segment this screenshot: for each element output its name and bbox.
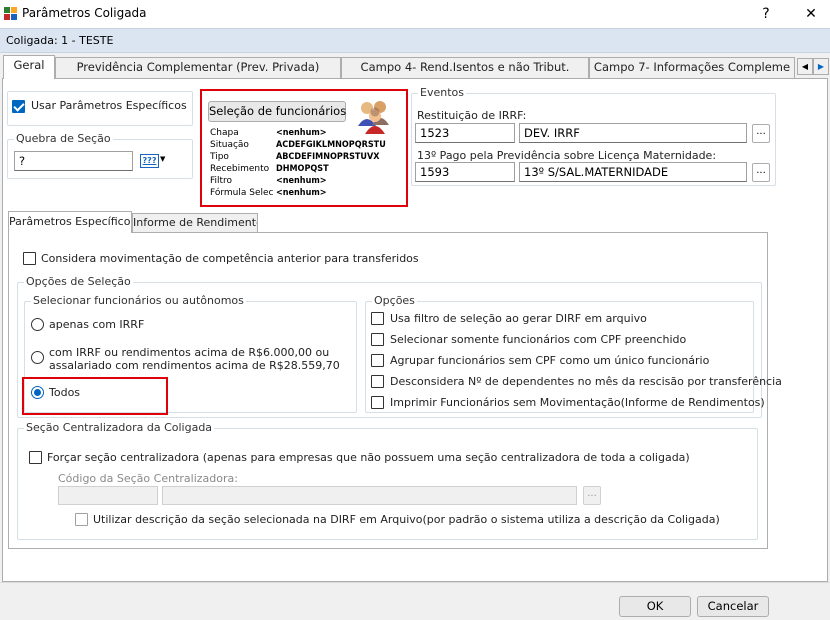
opcoes-title: Opções [372,294,417,307]
help-button[interactable]: ? [743,0,789,28]
forcar-secao-label: Forçar seção centralizadora (apenas para… [47,451,690,464]
tab-previdencia[interactable]: Previdência Complementar (Prev. Privada) [55,57,341,78]
secao-centralizadora-title: Seção Centralizadora da Coligada [24,421,215,434]
descricao-secao-input[interactable] [162,486,577,505]
tab-scroll-left-icon[interactable]: ◀ [797,58,813,75]
opcao-filtro-checkbox[interactable] [371,312,384,325]
coligada-bar: Coligada: 1 - TESTE [0,28,830,53]
coligada-label: Coligada: 1 - TESTE [6,34,114,47]
decimo-lookup-button[interactable]: ... [752,163,770,182]
selecao-row-situacao: Situação ACDEFGIKLMNOPQRSTU [210,140,386,150]
radio-rendimentos-label: com IRRF ou rendimentos acima de R$6.000… [49,346,340,372]
considera-checkbox[interactable] [23,252,36,265]
considera-label: Considera movimentação de competência an… [41,252,419,265]
codigo-secao-label: Código da Seção Centralizadora: [58,472,238,485]
tab-campo4[interactable]: Campo 4- Rend.Isentos e não Tribut. [341,57,589,78]
selecao-summary: Chapa <nenhum> Situação ACDEFGIKLMNOPQRSTU… [210,127,406,199]
selecao-row-filtro: Filtro <nenhum> [210,176,327,186]
todos-highlight [22,377,168,415]
subtab-informe[interactable]: Informe de Rendimentos [132,213,258,233]
radio-apenas-irrf[interactable] [31,318,44,331]
quebra-secao-title: Quebra de Seção [14,132,113,145]
opcao-dependentes-label: Desconsidera Nº de dependentes no mês da… [390,375,782,388]
quebra-secao-input[interactable]: ? [14,151,133,171]
opcao-cpf-checkbox[interactable] [371,333,384,346]
selecionar-title: Selecionar funcionários ou autônomos [31,294,246,307]
opcao-agrupar-checkbox[interactable] [371,354,384,367]
utilizar-descricao-label: Utilizar descrição da seção selecionada … [93,513,720,526]
opcao-dependentes-checkbox[interactable] [371,375,384,388]
opcao-cpf-label: Selecionar somente funcionários com CPF … [390,333,687,346]
eventos-title: Eventos [418,86,466,99]
selecao-funcionarios-button[interactable]: Seleção de funcionários [208,101,346,122]
window-title: Parâmetros Coligada [22,6,147,20]
quebra-secao-picker-icon[interactable]: ??? ▼ [140,152,166,170]
title-bar: Parâmetros Coligada ? ✕ [0,0,830,28]
close-button[interactable]: ✕ [788,0,830,28]
opcao-filtro-label: Usa filtro de seleção ao gerar DIRF em a… [390,312,647,325]
usar-parametros-checkbox[interactable] [12,100,25,113]
radio-rendimentos[interactable] [31,351,44,364]
selecao-row-chapa: Chapa <nenhum> [210,128,327,138]
decimo-label: 13º Pago pela Previdência sobre Licença … [417,149,717,162]
radio-todos[interactable] [31,386,44,399]
radio-apenas-irrf-label: apenas com IRRF [49,318,145,331]
opcao-agrupar-label: Agrupar funcionários sem CPF como um úni… [390,354,710,367]
usar-parametros-label: Usar Parâmetros Específicos [31,99,187,112]
forcar-secao-checkbox[interactable] [29,451,42,464]
opcao-imprimir-label: Imprimir Funcionários sem Movimentação(I… [390,396,765,409]
selecao-row-formula: Fórmula Selec <nenhum> [210,188,327,198]
app-icon [4,7,18,21]
restituicao-code-input[interactable]: 1523 [415,123,515,143]
opcoes-selecao-title: Opções de Seleção [24,275,133,288]
selecao-row-recebimento: Recebimento DHMOPQST [210,164,329,174]
radio-todos-label: Todos [49,386,81,399]
restituicao-desc-input[interactable]: DEV. IRRF [519,123,747,143]
tab-campo7[interactable]: Campo 7- Informações Compleme [589,57,795,78]
restituicao-label: Restituição de IRRF: [417,109,527,122]
ok-button[interactable]: OK [619,596,691,617]
codigo-secao-lookup-button[interactable]: ... [583,486,601,505]
restituicao-lookup-button[interactable]: ... [752,124,770,143]
selecao-row-tipo: Tipo ABCDEFIMNOPRSTUVX [210,152,380,162]
opcao-imprimir-checkbox[interactable] [371,396,384,409]
utilizar-descricao-checkbox[interactable] [75,513,88,526]
decimo-code-input[interactable]: 1593 [415,162,515,182]
tab-geral[interactable]: Geral [3,55,55,79]
cancel-button[interactable]: Cancelar [697,596,769,617]
decimo-desc-input[interactable]: 13º S/SAL.MATERNIDADE [519,162,747,182]
codigo-secao-input[interactable] [58,486,158,505]
tab-scroll-right-icon[interactable]: ▶ [813,58,829,75]
subtab-parametros[interactable]: Parâmetros Específicos [8,211,132,233]
